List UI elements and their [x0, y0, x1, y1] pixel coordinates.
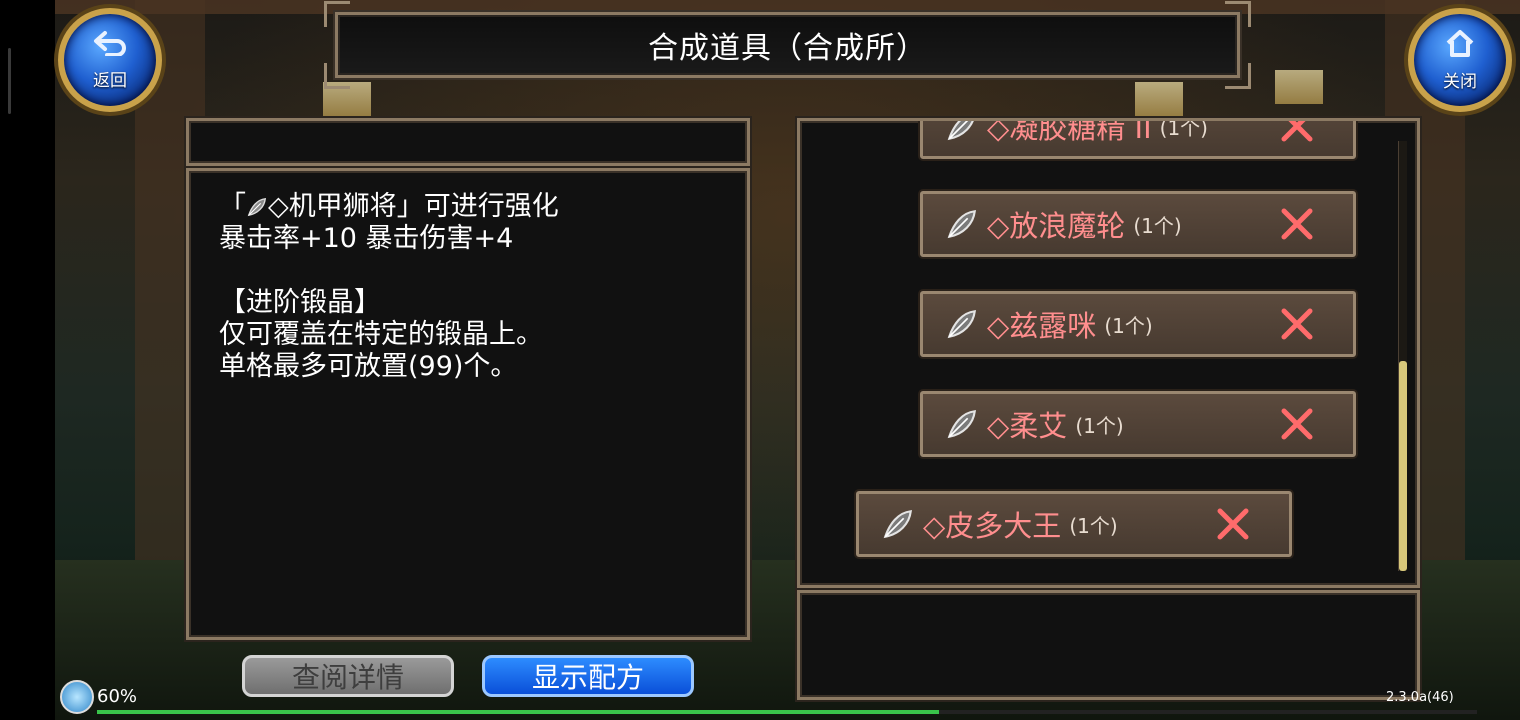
- close-button[interactable]: 关闭: [1408, 8, 1512, 112]
- item-header-panel: [186, 118, 750, 166]
- close-x-icon[interactable]: [1279, 306, 1315, 342]
- list-item[interactable]: ◇兹露咪 (1个): [920, 291, 1356, 357]
- close-x-icon[interactable]: [1279, 406, 1315, 442]
- item-name: ◇放浪魔轮: [987, 209, 1126, 243]
- loading-progress: [97, 710, 1477, 714]
- device-edge: [0, 0, 55, 720]
- loading-progress-fill: [97, 710, 939, 714]
- list-item[interactable]: ◇凝胶糖精 II (1个): [920, 121, 1356, 159]
- battery-percent: 60%: [97, 686, 138, 707]
- item-name: ◇皮多大王: [923, 509, 1062, 543]
- description-panel: 「◇机甲狮将」可进行强化 暴击率+10 暴击伤害+4 【进阶锻晶】 仅可覆盖在特…: [186, 168, 750, 640]
- feather-leaf-icon: [947, 310, 976, 339]
- item-name: ◇柔艾: [987, 409, 1068, 443]
- recipe-footer-panel: [797, 590, 1420, 700]
- close-x-icon[interactable]: [1215, 506, 1251, 542]
- battery-icon: [60, 680, 94, 714]
- title-bar: 合成道具（合成所）: [324, 1, 1251, 89]
- item-quantity: (1个): [1159, 121, 1208, 140]
- item-quantity: (1个): [1133, 213, 1182, 238]
- back-arrow-icon: [93, 30, 127, 62]
- material-list: ◇凝胶糖精 II (1个) ◇放浪魔轮 (1个) ◇兹露咪 (1个) ◇柔艾 (…: [800, 121, 1417, 585]
- view-details-button[interactable]: 查阅详情: [242, 655, 454, 697]
- feather-leaf-icon: [247, 197, 267, 217]
- close-x-icon[interactable]: [1279, 206, 1315, 242]
- description-text: 「◇机甲狮将」可进行强化 暴击率+10 暴击伤害+4 【进阶锻晶】 仅可覆盖在特…: [219, 191, 559, 382]
- page-title: 合成道具（合成所）: [648, 31, 927, 66]
- list-item[interactable]: ◇皮多大王 (1个): [856, 491, 1292, 557]
- item-name: ◇凝胶糖精 II: [987, 121, 1152, 145]
- material-list-panel[interactable]: ◇凝胶糖精 II (1个) ◇放浪魔轮 (1个) ◇兹露咪 (1个) ◇柔艾 (…: [797, 118, 1420, 588]
- close-label: 关闭: [1443, 71, 1477, 92]
- feather-leaf-icon: [947, 121, 974, 141]
- back-label: 返回: [93, 70, 127, 91]
- close-x-icon[interactable]: [1279, 121, 1315, 144]
- feather-leaf-icon: [947, 210, 976, 239]
- list-item[interactable]: ◇放浪魔轮 (1个): [920, 191, 1356, 257]
- show-recipe-button[interactable]: 显示配方: [482, 655, 694, 697]
- device-notch: [8, 48, 11, 114]
- item-quantity: (1个): [1104, 313, 1153, 338]
- version-label: 2.3.0a(46): [1386, 690, 1454, 705]
- list-item[interactable]: ◇柔艾 (1个): [920, 391, 1356, 457]
- back-button[interactable]: 返回: [58, 8, 162, 112]
- feather-leaf-icon: [883, 510, 912, 539]
- home-icon: [1444, 29, 1476, 63]
- list-scrollbar[interactable]: [1398, 141, 1407, 571]
- scroll-thumb[interactable]: [1399, 361, 1407, 571]
- item-name: ◇兹露咪: [987, 309, 1097, 343]
- item-quantity: (1个): [1069, 513, 1118, 538]
- feather-leaf-icon: [947, 410, 976, 439]
- item-quantity: (1个): [1075, 413, 1124, 438]
